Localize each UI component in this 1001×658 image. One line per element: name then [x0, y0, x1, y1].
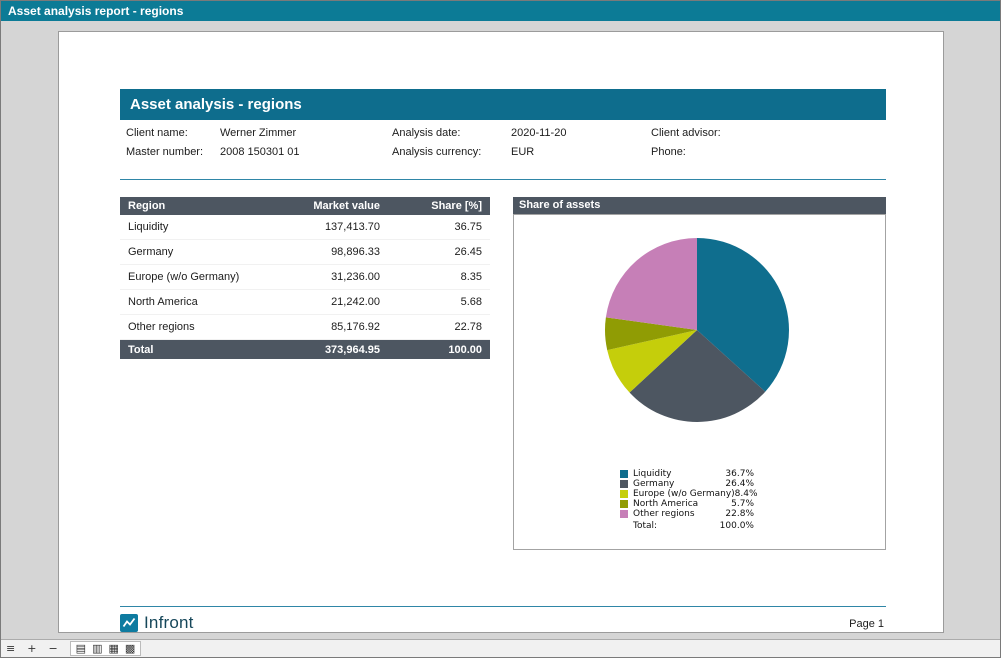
page-number: Page 1: [849, 618, 884, 630]
legend-swatch: [620, 470, 628, 478]
legend-swatch: [620, 510, 628, 518]
table-total-row: Total 373,964.95 100.00: [120, 340, 490, 359]
table-row: North America21,242.005.68: [120, 290, 490, 315]
analysis-currency-label: Analysis currency:: [392, 146, 481, 158]
header-divider-line: [120, 179, 886, 180]
master-number-value: 2008 150301 01: [220, 146, 300, 158]
analysis-date-value: 2020-11-20: [511, 127, 566, 139]
total-label: Total: [120, 344, 290, 356]
legend-item: Germany26.4%: [620, 479, 754, 489]
chart-panel-box: Liquidity36.7%Germany26.4%Europe (w/o Ge…: [513, 214, 886, 550]
analysis-date-label: Analysis date:: [392, 127, 460, 139]
client-name-value: Werner Zimmer: [220, 127, 296, 139]
zoom-in-icon[interactable]: +: [27, 642, 36, 656]
infront-logo-icon: [120, 614, 138, 632]
zoom-out-icon[interactable]: −: [48, 642, 57, 656]
total-share: 100.00: [380, 344, 490, 356]
asset-table-body: Liquidity137,413.7036.75Germany98,896.33…: [120, 215, 490, 340]
col-market-value: Market value: [290, 200, 380, 212]
window-title: Asset analysis report - regions: [1, 1, 1000, 21]
brand-footer: Infront: [120, 613, 194, 633]
share-of-assets-panel: Share of assets Liquidity36.7%Germany26.…: [513, 197, 886, 550]
chart-panel-title: Share of assets: [513, 197, 886, 214]
menu-icon[interactable]: ≡: [6, 642, 15, 656]
analysis-currency-value: EUR: [511, 146, 534, 158]
master-number-label: Master number:: [126, 146, 203, 158]
report-page: Asset analysis - regions Client name: We…: [58, 31, 944, 633]
legend-swatch: [620, 500, 628, 508]
brand-name: Infront: [144, 613, 194, 633]
col-region: Region: [120, 200, 290, 212]
facing-pages-icon[interactable]: ▥: [92, 642, 102, 656]
table-row: Europe (w/o Germany)31,236.008.35: [120, 265, 490, 290]
table-row: Other regions85,176.9222.78: [120, 315, 490, 340]
legend-total: Total:100.0%: [620, 521, 754, 531]
grid-2x2-icon[interactable]: ▦: [108, 642, 118, 656]
footer-divider-line: [120, 606, 886, 607]
toolbar-view-icons: ▤ ▥ ▦ ▩: [70, 641, 142, 656]
table-row: Liquidity137,413.7036.75: [120, 215, 490, 240]
table-header-row: Region Market value Share [%]: [120, 197, 490, 215]
phone-label: Phone:: [651, 146, 686, 158]
asset-table: Region Market value Share [%] Liquidity1…: [120, 197, 490, 359]
pie-legend: Liquidity36.7%Germany26.4%Europe (w/o Ge…: [620, 469, 754, 531]
client-advisor-label: Client advisor:: [651, 127, 721, 139]
legend-swatch: [620, 480, 628, 488]
client-name-label: Client name:: [126, 127, 188, 139]
legend-swatch: [620, 490, 628, 498]
grid-3x3-icon[interactable]: ▩: [125, 642, 135, 656]
single-page-icon[interactable]: ▤: [76, 642, 86, 656]
report-viewer-window: Asset analysis report - regions Asset an…: [0, 0, 1001, 658]
table-row: Germany98,896.3326.45: [120, 240, 490, 265]
pie-slice-other-regions: [606, 238, 697, 330]
col-share: Share [%]: [380, 200, 490, 212]
total-market-value: 373,964.95: [290, 344, 380, 356]
legend-item: Liquidity36.7%: [620, 469, 754, 479]
legend-item: Europe (w/o Germany)8.4%: [620, 489, 754, 499]
legend-item: Other regions22.8%: [620, 509, 754, 519]
pie-chart: [514, 223, 885, 463]
legend-item: North America5.7%: [620, 499, 754, 509]
toolbar-left-icons: ≡ +−: [6, 642, 58, 656]
viewer-toolbar: ≡ +− ▤ ▥ ▦ ▩: [1, 639, 1000, 657]
report-header-bar: Asset analysis - regions: [120, 89, 886, 120]
